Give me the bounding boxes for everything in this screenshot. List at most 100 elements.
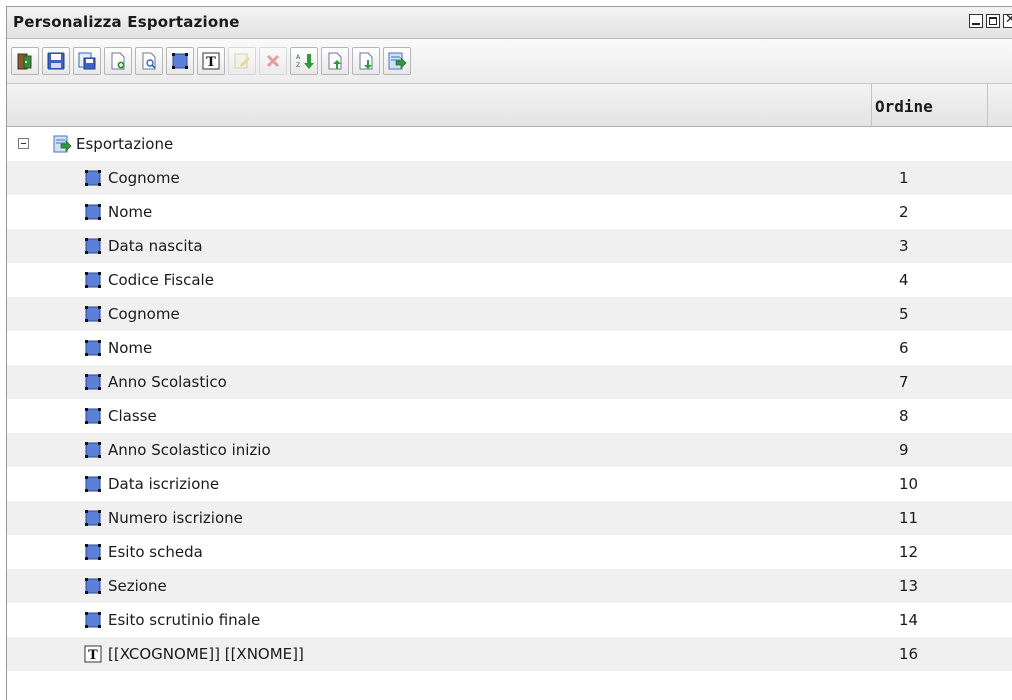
save-as-icon: [77, 51, 97, 71]
exit-door-icon: [15, 51, 35, 71]
field-icon: [83, 542, 103, 562]
field-icon: [83, 406, 103, 426]
window-controls: [969, 14, 1012, 28]
sort-button[interactable]: AZ: [290, 47, 318, 75]
title-bar: Personalizza Esportazione: [7, 7, 1012, 39]
move-up-icon: [325, 51, 345, 71]
preview-document-icon: [139, 51, 159, 71]
tree-row-order: 8: [899, 407, 909, 425]
new-document-button[interactable]: [104, 47, 132, 75]
preview-document-button[interactable]: [135, 47, 163, 75]
edit-icon: [232, 51, 252, 71]
save-as-button[interactable]: [73, 47, 101, 75]
tree-row-order: 9: [899, 441, 909, 459]
tree-row-label: Data nascita: [108, 237, 203, 255]
column-divider: [871, 84, 872, 126]
new-document-icon: [108, 51, 128, 71]
tree-row[interactable]: Anno Scolastico 7: [7, 365, 1012, 399]
move-down-button[interactable]: [352, 47, 380, 75]
field-icon: [83, 304, 103, 324]
tree-row-order: 7: [899, 373, 909, 391]
tree-row-label: Codice Fiscale: [108, 271, 214, 289]
field-icon: [83, 372, 103, 392]
maximize-icon[interactable]: [986, 14, 1000, 28]
sort-icon: AZ: [294, 51, 314, 71]
tree-row-label: [[XCOGNOME]] [[XNOME]]: [108, 645, 304, 663]
export-icon: [387, 51, 407, 71]
save-button[interactable]: [42, 47, 70, 75]
field-button[interactable]: [166, 47, 194, 75]
tree-row-order: 5: [899, 305, 909, 323]
field-icon: [83, 610, 103, 630]
svg-text:Z: Z: [296, 62, 300, 69]
tree-row[interactable]: Numero iscrizione 11: [7, 501, 1012, 535]
tree-row-order: 10: [899, 475, 919, 493]
column-header-ordine[interactable]: Ordine: [875, 97, 933, 116]
field-icon: [83, 576, 103, 596]
field-icon: [83, 168, 103, 188]
tree-row-label: Cognome: [108, 169, 180, 187]
tree-row-order: 3: [899, 237, 909, 255]
tree-row-order: 12: [899, 543, 919, 561]
save-icon: [46, 51, 66, 71]
tree-row[interactable]: Anno Scolastico inizio 9: [7, 433, 1012, 467]
exit-door-button[interactable]: [11, 47, 39, 75]
field-icon: [83, 236, 103, 256]
tree-row-order: 1: [899, 169, 909, 187]
tree-row-order: 14: [899, 611, 919, 629]
move-down-icon: [356, 51, 376, 71]
tree-row-label: Sezione: [108, 577, 167, 595]
tree-row[interactable]: Sezione 13: [7, 569, 1012, 603]
tree-row[interactable]: T [[XCOGNOME]] [[XNOME]] 16: [7, 637, 1012, 671]
tree-row[interactable]: Cognome 5: [7, 297, 1012, 331]
collapse-icon[interactable]: [18, 138, 29, 149]
tree-row-label: Data iscrizione: [108, 475, 220, 493]
tree-row-label: Classe: [108, 407, 157, 425]
tree-row[interactable]: Nome 6: [7, 331, 1012, 365]
tree-row-label: Anno Scolastico inizio: [108, 441, 271, 459]
column-divider: [987, 84, 988, 126]
tree-row-order: 13: [899, 577, 919, 595]
svg-text:T: T: [88, 648, 98, 663]
tree-row[interactable]: Esito scheda 12: [7, 535, 1012, 569]
toolbar: T AZ: [7, 39, 1012, 84]
export-icon: [52, 134, 72, 154]
tree-row[interactable]: Codice Fiscale 4: [7, 263, 1012, 297]
column-header: Ordine: [7, 84, 1012, 127]
tree-row-label: Cognome: [108, 305, 180, 323]
field-icon: [83, 338, 103, 358]
tree-row-label: Anno Scolastico: [108, 373, 227, 391]
tree-root-row[interactable]: Esportazione: [7, 127, 1012, 161]
tree-row[interactable]: Nome 2: [7, 195, 1012, 229]
field-icon: [83, 474, 103, 494]
move-up-button[interactable]: [321, 47, 349, 75]
field-icon: [83, 270, 103, 290]
tree-row[interactable]: Classe 8: [7, 399, 1012, 433]
tree-row[interactable]: Data nascita 3: [7, 229, 1012, 263]
tree-row-order: 6: [899, 339, 909, 357]
tree-row[interactable]: Esito scrutinio finale 14: [7, 603, 1012, 637]
window-title: Personalizza Esportazione: [13, 13, 240, 31]
tree-row-label: Numero iscrizione: [108, 509, 243, 527]
export-tree: Esportazione Cognome 1 Nome 2 Data nascita 3 C…: [7, 127, 1012, 671]
tree-row-label: Nome: [108, 203, 153, 221]
svg-text:T: T: [206, 55, 216, 70]
tree-row[interactable]: Cognome 1: [7, 161, 1012, 195]
tree-row[interactable]: Data iscrizione 10: [7, 467, 1012, 501]
minimize-icon[interactable]: [969, 14, 983, 28]
export-button[interactable]: [383, 47, 411, 75]
export-window: Personalizza Esportazione T AZ Ordine Esp…: [6, 6, 1012, 700]
tree-row-label: Nome: [108, 339, 153, 357]
text-icon: T: [83, 644, 103, 664]
svg-text:A: A: [296, 54, 301, 61]
tree-row-label: Esito scheda: [108, 543, 203, 561]
tree-row-order: 2: [899, 203, 909, 221]
tree-root-label: Esportazione: [76, 135, 174, 153]
field-icon: [83, 202, 103, 222]
edit-button[interactable]: [228, 47, 256, 75]
delete-button[interactable]: [259, 47, 287, 75]
text-button[interactable]: T: [197, 47, 225, 75]
tree-row-order: 4: [899, 271, 909, 289]
close-icon[interactable]: [1003, 14, 1012, 28]
text-icon: T: [201, 51, 221, 71]
